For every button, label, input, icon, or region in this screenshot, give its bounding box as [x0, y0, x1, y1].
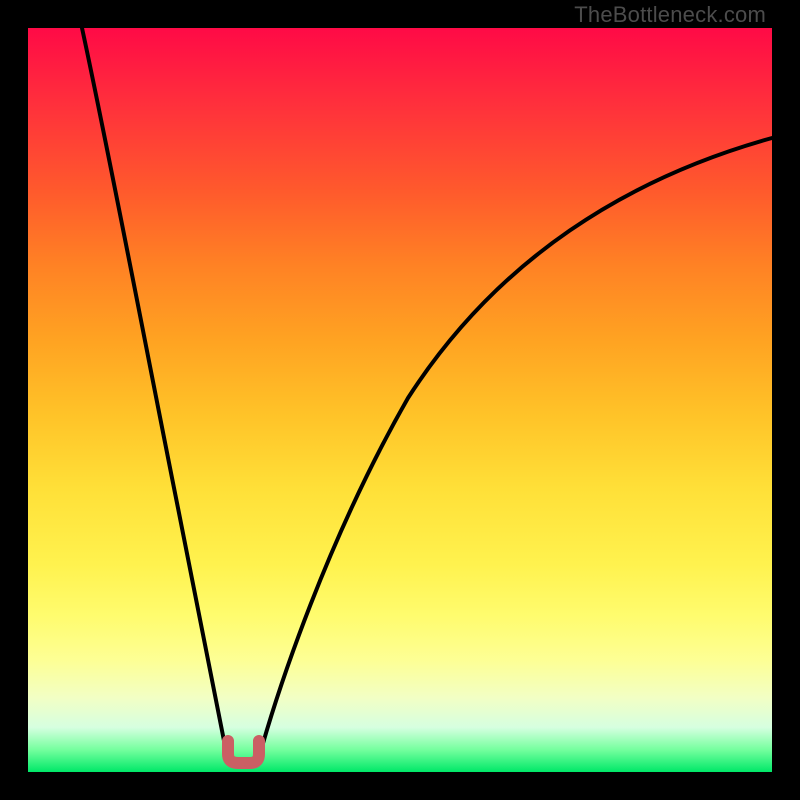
- outer-frame: TheBottleneck.com: [0, 0, 800, 800]
- curve-left-branch: [82, 28, 228, 761]
- curve-overlay: [28, 28, 772, 772]
- curve-right-branch: [258, 138, 772, 761]
- watermark-text: TheBottleneck.com: [574, 2, 766, 28]
- valley-marker: [228, 741, 259, 763]
